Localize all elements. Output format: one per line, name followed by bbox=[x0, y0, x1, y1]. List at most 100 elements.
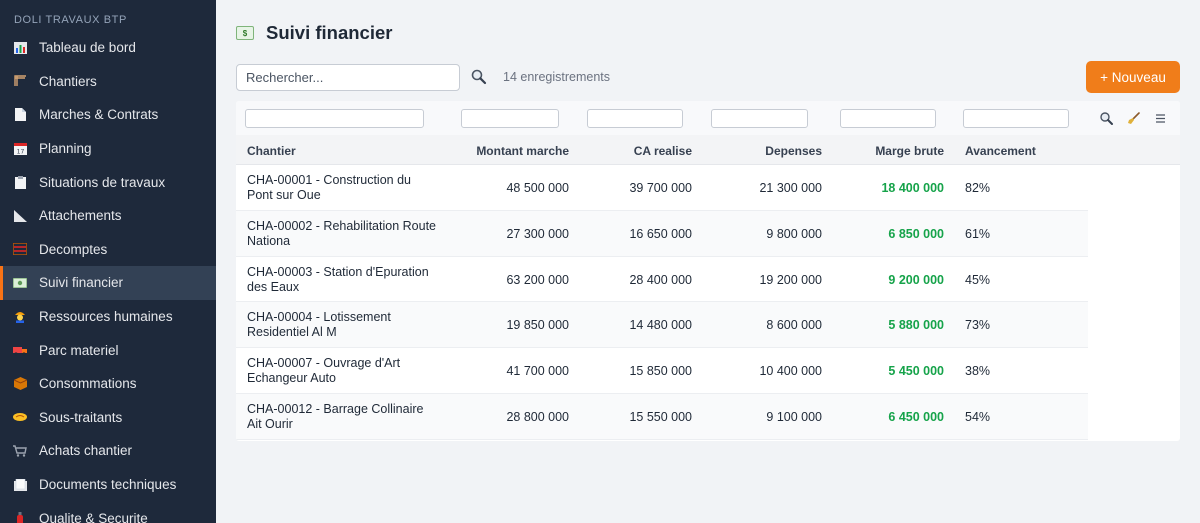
main-content: $ Suivi financier 14 enregistrements + N… bbox=[216, 0, 1200, 523]
cell-chantier[interactable]: CHA-00001 - Construction du Pont sur Oue bbox=[247, 173, 457, 203]
column-header-marge[interactable]: Marge brute bbox=[844, 144, 944, 158]
brand-name: DOLI TRAVAUX BTP bbox=[14, 14, 127, 26]
chantier-line-1: CHA-00012 - Barrage Collinaire bbox=[247, 402, 424, 416]
filter-montant[interactable] bbox=[461, 109, 559, 128]
search-icon[interactable] bbox=[1099, 111, 1114, 126]
chantier-line-2: des Eaux bbox=[247, 279, 300, 294]
table-row[interactable]: CHA-00007 - Ouvrage d'Art Echangeur Auto 4… bbox=[236, 348, 1088, 394]
cell-chantier[interactable]: CHA-00003 - Station d'Epuration des Eaux bbox=[247, 265, 457, 295]
column-header-ca[interactable]: CA realise bbox=[592, 144, 692, 158]
column-header-depenses[interactable]: Depenses bbox=[722, 144, 822, 158]
table-row[interactable]: CHA-00002 - Rehabilitation Route Nationa 2… bbox=[236, 210, 1088, 257]
column-header-avancement[interactable]: Avancement bbox=[965, 144, 1036, 158]
chantier-line-1: CHA-00004 - Lotissement bbox=[247, 310, 391, 325]
sidebar-item-marches-contrats[interactable]: Marches & Contrats bbox=[0, 98, 216, 132]
sidebar-item-label: Achats chantier bbox=[39, 443, 133, 459]
sidebar-item-qualite-securite[interactable]: Qualite & Securite bbox=[0, 501, 216, 523]
cell-depenses: 21 300 000 bbox=[759, 181, 822, 195]
menu-icon[interactable] bbox=[1153, 111, 1168, 126]
sidebar-item-achats-chantier[interactable]: Achats chantier bbox=[0, 434, 216, 468]
worker-icon bbox=[12, 310, 28, 324]
banknote-icon: $ bbox=[236, 26, 254, 40]
svg-text:17: 17 bbox=[16, 149, 24, 156]
cell-ca: 28 400 000 bbox=[629, 272, 692, 287]
table-header: Chantier Montant marche CA realise Depen… bbox=[236, 135, 1180, 165]
banknote-icon bbox=[12, 276, 28, 290]
sidebar-item-planning[interactable]: 17 Planning bbox=[0, 132, 216, 166]
cell-depenses: 9 800 000 bbox=[766, 226, 822, 241]
sidebar-item-label: Attachements bbox=[39, 208, 122, 224]
filter-depenses[interactable] bbox=[711, 109, 808, 128]
sidebar-item-ressources-humaines[interactable]: Ressources humaines bbox=[0, 300, 216, 334]
cell-avancement: 73% bbox=[965, 318, 991, 333]
cell-chantier[interactable]: CHA-00004 - Lotissement Residentiel Al M bbox=[247, 310, 457, 340]
search-input[interactable] bbox=[236, 64, 460, 91]
sidebar-item-suivi-financier[interactable]: Suivi financier bbox=[0, 266, 216, 300]
chantier-line-2: Residentiel Al M bbox=[247, 325, 337, 340]
sidebar-item-consommations[interactable]: Consommations bbox=[0, 367, 216, 401]
cell-montant: 41 700 000 bbox=[506, 364, 569, 379]
sidebar-item-documents-techniques[interactable]: Documents techniques bbox=[0, 468, 216, 502]
document-icon bbox=[12, 108, 28, 122]
sidebar-item-label: Tableau de bord bbox=[39, 40, 136, 56]
page-title: Suivi financier bbox=[266, 22, 393, 43]
ruler-triangle-icon bbox=[12, 209, 28, 223]
cell-ca: 15 850 000 bbox=[629, 364, 692, 379]
sidebar-item-label: Suivi financier bbox=[39, 275, 124, 291]
column-header-chantier[interactable]: Chantier bbox=[247, 144, 296, 158]
folder-icon bbox=[12, 478, 28, 492]
sidebar-item-label: Parc materiel bbox=[39, 342, 119, 358]
filter-ca[interactable] bbox=[587, 109, 683, 128]
filter-chantier[interactable] bbox=[245, 109, 424, 128]
sidebar-item-parc-materiel[interactable]: Parc materiel bbox=[0, 333, 216, 367]
table-row[interactable]: CHA-00012 - Barrage Collinaire Ait Ourir 2… bbox=[236, 394, 1088, 440]
box-icon bbox=[12, 377, 28, 391]
filter-avancement[interactable] bbox=[963, 109, 1069, 128]
cell-montant: 27 300 000 bbox=[506, 226, 569, 241]
sidebar-item-tableau-de-bord[interactable]: Tableau de bord bbox=[0, 31, 216, 65]
sidebar-item-label: Chantiers bbox=[39, 73, 97, 89]
sidebar-item-decomptes[interactable]: Decomptes bbox=[0, 233, 216, 267]
table-row[interactable]: CHA-00001 - Construction du Pont sur Oue 4… bbox=[236, 165, 1088, 211]
chantier-line-2: Pont sur Oue bbox=[247, 188, 321, 202]
sidebar-item-situations-de-travaux[interactable]: Situations de travaux bbox=[0, 165, 216, 199]
sidebar-item-attachements[interactable]: Attachements bbox=[0, 199, 216, 233]
cell-ca: 15 550 000 bbox=[629, 410, 692, 424]
cell-chantier[interactable]: CHA-00002 - Rehabilitation Route Nationa bbox=[247, 219, 457, 249]
cell-avancement: 82% bbox=[965, 181, 991, 195]
cell-depenses: 9 100 000 bbox=[766, 410, 822, 424]
record-count: 14 enregistrements bbox=[503, 70, 611, 84]
new-button[interactable]: + Nouveau bbox=[1086, 61, 1180, 93]
filter-row bbox=[236, 101, 1180, 135]
abacus-icon bbox=[12, 242, 28, 256]
sidebar-item-chantiers[interactable]: Chantiers bbox=[0, 65, 216, 99]
cell-marge: 6 450 000 bbox=[888, 410, 944, 424]
cell-avancement: 45% bbox=[965, 272, 991, 287]
cell-depenses: 10 400 000 bbox=[759, 364, 822, 379]
sidebar-item-label: Documents techniques bbox=[39, 477, 177, 493]
broom-icon[interactable] bbox=[1126, 111, 1141, 126]
table-row[interactable]: CHA-00003 - Station d'Epuration des Eaux 6… bbox=[236, 257, 1088, 303]
sidebar-item-label: Qualite & Securite bbox=[39, 510, 148, 523]
chantier-line-1: CHA-00007 - Ouvrage d'Art bbox=[247, 356, 401, 371]
financial-table: Chantier Montant marche CA realise Depen… bbox=[236, 101, 1180, 441]
cell-montant: 48 500 000 bbox=[506, 181, 569, 195]
sidebar-item-sous-traitants[interactable]: Sous-traitants bbox=[0, 401, 216, 435]
fire-extinguisher-icon bbox=[12, 511, 28, 523]
cell-marge: 18 400 000 bbox=[881, 181, 944, 195]
crane-icon bbox=[12, 74, 28, 88]
cell-chantier[interactable]: CHA-00007 - Ouvrage d'Art Echangeur Auto bbox=[247, 356, 457, 386]
column-header-montant[interactable]: Montant marche bbox=[448, 144, 569, 158]
truck-icon bbox=[12, 343, 28, 357]
chantier-line-2: Nationa bbox=[247, 233, 291, 248]
cell-avancement: 61% bbox=[965, 226, 991, 241]
cell-ca: 14 480 000 bbox=[629, 318, 692, 333]
clipboard-icon bbox=[12, 175, 28, 189]
table-row[interactable]: CHA-00004 - Lotissement Residentiel Al M 1… bbox=[236, 302, 1088, 349]
cell-chantier[interactable]: CHA-00012 - Barrage Collinaire Ait Ourir bbox=[247, 402, 457, 432]
filter-marge[interactable] bbox=[840, 109, 936, 128]
chantier-line-1: CHA-00001 - Construction du bbox=[247, 173, 411, 187]
search-icon[interactable] bbox=[470, 68, 488, 86]
sidebar-item-label: Consommations bbox=[39, 376, 137, 392]
table-tools bbox=[1099, 111, 1168, 126]
